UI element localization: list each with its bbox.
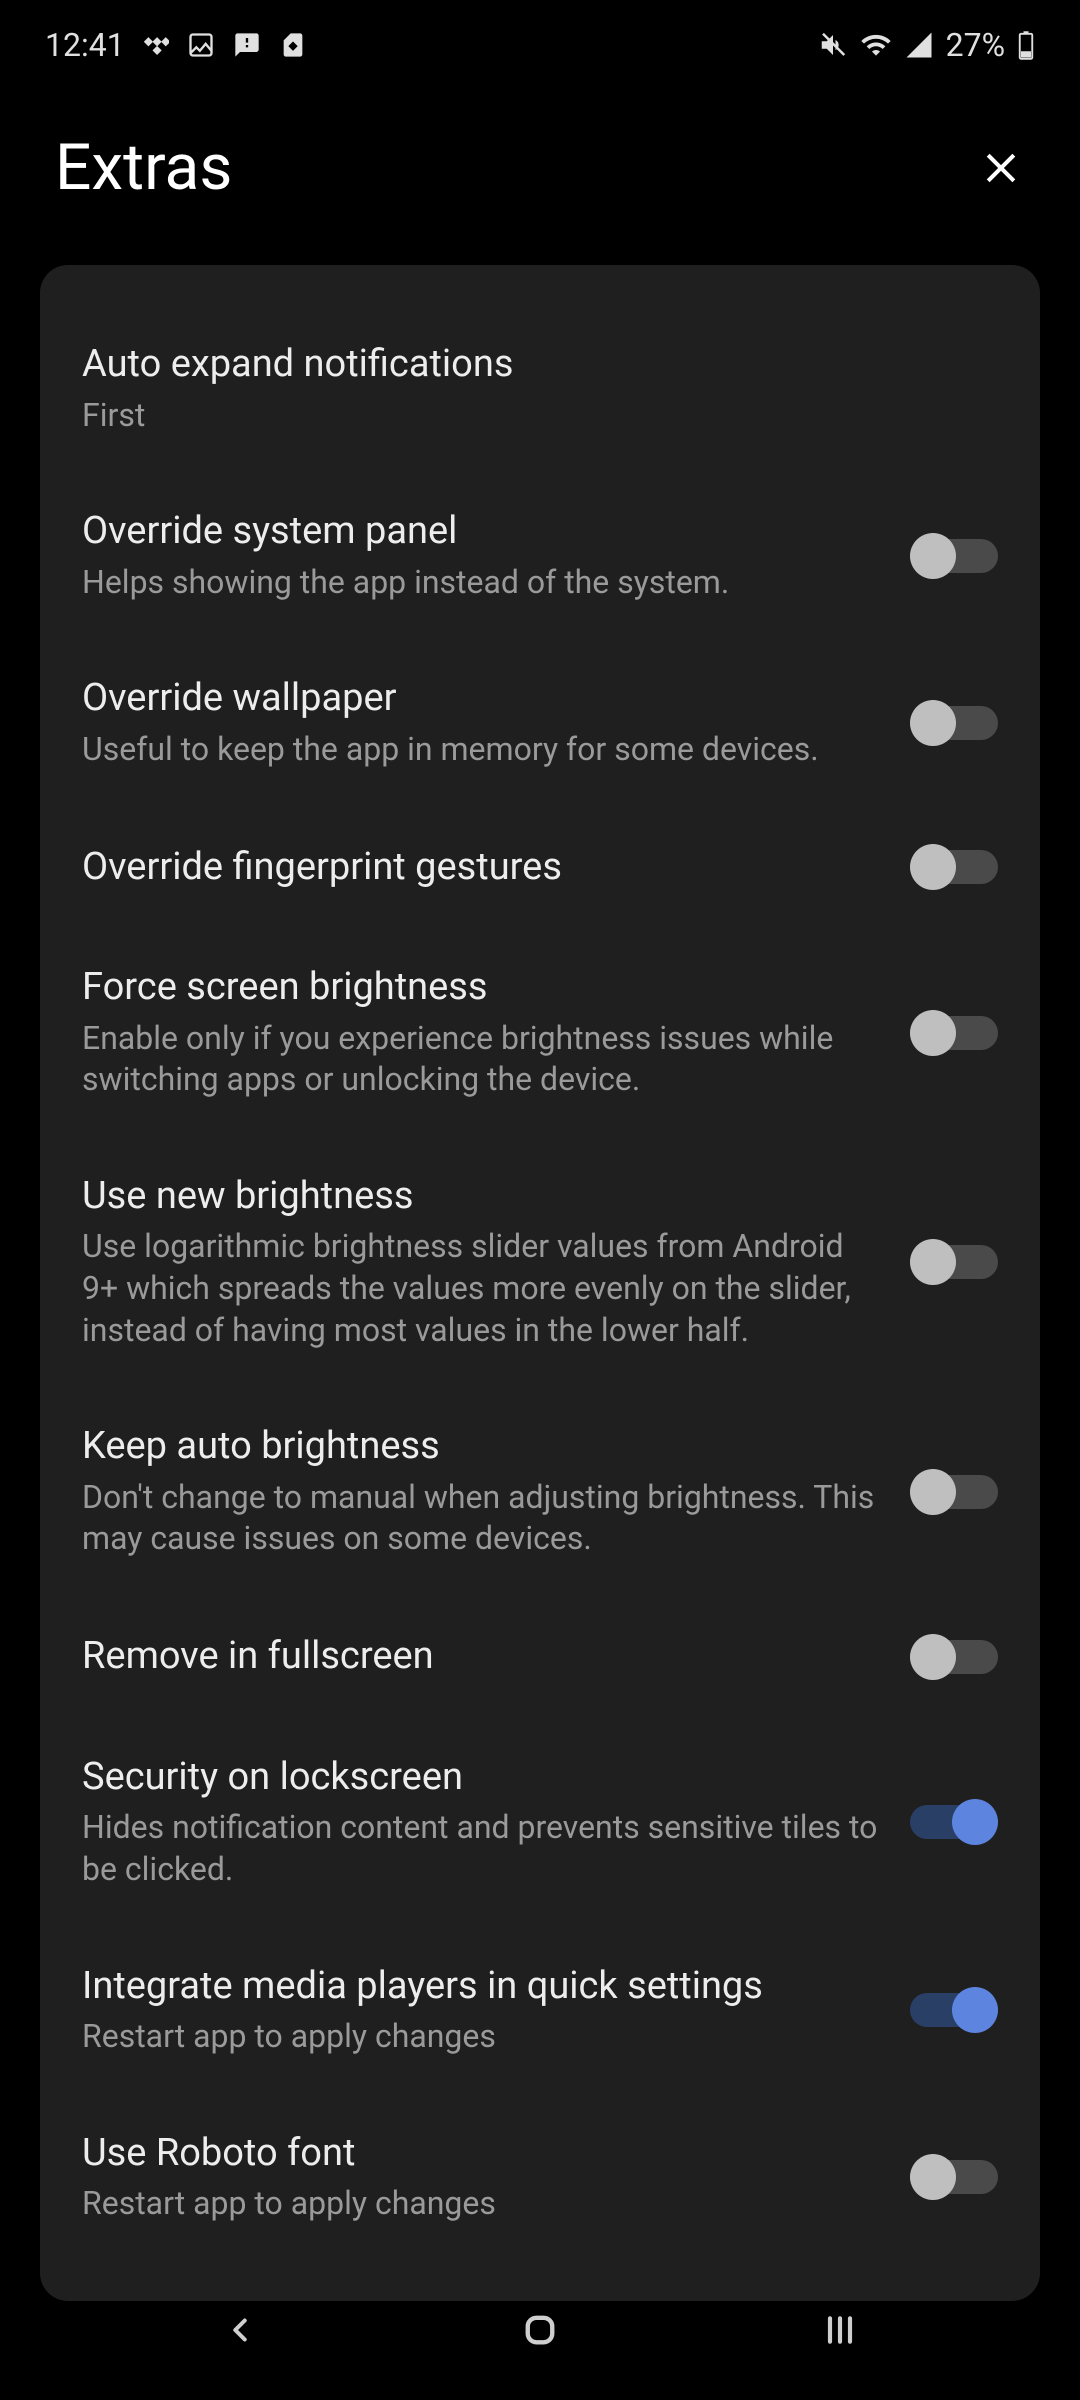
status-battery-text: 27% xyxy=(946,26,1005,64)
row-title: Override system panel xyxy=(82,508,880,556)
row-sub: Hides notification content and prevents … xyxy=(82,1807,880,1890)
sim-alert-icon xyxy=(279,31,307,59)
row-text: Remove in fullscreen xyxy=(82,1633,880,1681)
row-remove-in-fullscreen[interactable]: Remove in fullscreen xyxy=(40,1596,1040,1718)
row-text: Use Roboto font Restart app to apply cha… xyxy=(82,2130,880,2225)
row-sub: Restart app to apply changes xyxy=(82,2183,880,2225)
toggle-use-roboto-font[interactable] xyxy=(910,2152,998,2202)
row-text: Integrate media players in quick setting… xyxy=(82,1963,880,2058)
row-title: Override fingerprint gestures xyxy=(82,844,880,892)
close-icon xyxy=(979,146,1023,190)
status-left: 12:41 xyxy=(45,26,307,64)
toggle-override-wallpaper[interactable] xyxy=(910,698,998,748)
wifi-icon xyxy=(860,29,892,61)
recents-icon xyxy=(820,2310,860,2350)
system-navbar xyxy=(0,2280,1080,2400)
status-bar: 12:41 27% xyxy=(0,0,1080,80)
nav-recents-button[interactable] xyxy=(805,2295,875,2365)
toggle-remove-in-fullscreen[interactable] xyxy=(910,1632,998,1682)
row-text: Keep auto brightness Don't change to man… xyxy=(82,1423,880,1560)
row-force-screen-brightness[interactable]: Force screen brightness Enable only if y… xyxy=(40,928,1040,1137)
image-icon xyxy=(187,31,215,59)
tidal-icon xyxy=(143,32,169,58)
toggle-security-on-lockscreen[interactable] xyxy=(910,1797,998,1847)
toggle-override-fingerprint-gestures[interactable] xyxy=(910,842,998,892)
toggle-keep-auto-brightness[interactable] xyxy=(910,1467,998,1517)
status-time: 12:41 xyxy=(45,26,125,64)
row-text: Use new brightness Use logarithmic brigh… xyxy=(82,1173,880,1351)
row-sub: First xyxy=(82,395,998,437)
toggle-override-system-panel[interactable] xyxy=(910,531,998,581)
row-override-wallpaper[interactable]: Override wallpaper Useful to keep the ap… xyxy=(40,639,1040,806)
row-text: Auto expand notifications First xyxy=(82,341,998,436)
nav-back-button[interactable] xyxy=(205,2295,275,2365)
row-title: Use Roboto font xyxy=(82,2130,880,2178)
row-title: Keep auto brightness xyxy=(82,1423,880,1471)
row-title: Use new brightness xyxy=(82,1173,880,1221)
settings-panel: Auto expand notifications First Override… xyxy=(40,265,1040,2301)
row-text: Override system panel Helps showing the … xyxy=(82,508,880,603)
signal-icon xyxy=(904,30,934,60)
row-text: Override fingerprint gestures xyxy=(82,844,880,892)
row-override-fingerprint-gestures[interactable]: Override fingerprint gestures xyxy=(40,806,1040,928)
row-sub: Don't change to manual when adjusting br… xyxy=(82,1477,880,1560)
row-override-system-panel[interactable]: Override system panel Helps showing the … xyxy=(40,472,1040,639)
row-title: Security on lockscreen xyxy=(82,1754,880,1802)
row-use-new-brightness[interactable]: Use new brightness Use logarithmic brigh… xyxy=(40,1137,1040,1387)
close-button[interactable] xyxy=(977,144,1025,192)
row-integrate-media-players[interactable]: Integrate media players in quick setting… xyxy=(40,1927,1040,2094)
row-title: Override wallpaper xyxy=(82,675,880,723)
battery-icon xyxy=(1017,30,1035,60)
nav-home-button[interactable] xyxy=(505,2295,575,2365)
toggle-force-screen-brightness[interactable] xyxy=(910,1008,998,1058)
row-auto-expand-notifications[interactable]: Auto expand notifications First xyxy=(40,305,1040,472)
page-header: Extras xyxy=(0,80,1080,265)
back-icon xyxy=(221,2311,259,2349)
home-icon xyxy=(519,2309,561,2351)
row-title: Remove in fullscreen xyxy=(82,1633,880,1681)
row-security-on-lockscreen[interactable]: Security on lockscreen Hides notificatio… xyxy=(40,1718,1040,1927)
row-title: Integrate media players in quick setting… xyxy=(82,1963,880,2011)
vibrate-icon xyxy=(818,30,848,60)
toggle-use-new-brightness[interactable] xyxy=(910,1237,998,1287)
row-sub: Enable only if you experience brightness… xyxy=(82,1018,880,1101)
message-alert-icon xyxy=(233,31,261,59)
row-sub: Use logarithmic brightness slider values… xyxy=(82,1226,880,1351)
row-text: Security on lockscreen Hides notificatio… xyxy=(82,1754,880,1891)
row-title: Auto expand notifications xyxy=(82,341,998,389)
row-text: Force screen brightness Enable only if y… xyxy=(82,964,880,1101)
row-title: Force screen brightness xyxy=(82,964,880,1012)
page-title: Extras xyxy=(55,130,232,205)
row-sub: Restart app to apply changes xyxy=(82,2016,880,2058)
row-sub: Useful to keep the app in memory for som… xyxy=(82,729,880,771)
status-right: 27% xyxy=(818,26,1035,64)
row-sub: Helps showing the app instead of the sys… xyxy=(82,562,880,604)
row-use-roboto-font[interactable]: Use Roboto font Restart app to apply cha… xyxy=(40,2094,1040,2261)
row-keep-auto-brightness[interactable]: Keep auto brightness Don't change to man… xyxy=(40,1387,1040,1596)
row-text: Override wallpaper Useful to keep the ap… xyxy=(82,675,880,770)
toggle-integrate-media-players[interactable] xyxy=(910,1985,998,2035)
